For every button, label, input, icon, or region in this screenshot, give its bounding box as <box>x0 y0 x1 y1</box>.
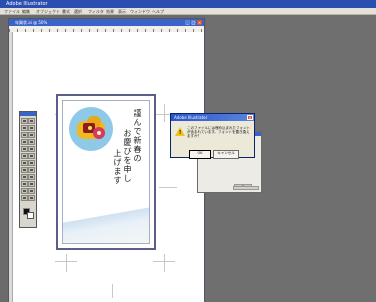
menu-item-filter[interactable]: フィルタ <box>88 9 104 15</box>
zoom-tool-icon[interactable] <box>28 195 35 201</box>
menu-item-help[interactable]: ヘルプ <box>152 9 164 15</box>
document-titlebar[interactable]: 年賀状.ai @ 50% _ □ × <box>9 19 204 26</box>
menu-item-window[interactable]: ウィンドウ <box>130 9 150 15</box>
warp-tool-icon[interactable] <box>21 160 28 166</box>
menu-item-file[interactable]: ファイル <box>4 9 20 15</box>
type-tool-icon[interactable] <box>28 132 35 138</box>
center-mark <box>159 187 177 188</box>
paintbrush-tool-icon[interactable] <box>21 146 28 152</box>
rotate-tool-icon[interactable] <box>21 153 28 159</box>
cancel-button[interactable]: キャンセル <box>213 150 239 159</box>
app-title: Adobe Illustrator <box>6 1 48 7</box>
flower-center <box>97 131 101 135</box>
dialog-message: このファイルには埋め込まれたフォントが含まれています。フォントを置き換えますか？ <box>187 126 250 138</box>
ok-button[interactable]: OK <box>189 150 211 159</box>
center-mark <box>112 284 113 298</box>
menu-item-select[interactable]: 選択 <box>74 9 82 15</box>
direct-selection-tool-icon[interactable] <box>28 118 35 124</box>
greeting-text-column-1[interactable]: 謹んで新春の <box>133 109 142 163</box>
dialog-titlebar[interactable]: Adobe Illustrator × <box>171 114 254 121</box>
eyedropper-tool-icon[interactable] <box>21 181 28 187</box>
graph-tool-icon[interactable] <box>28 167 35 173</box>
tools-palette <box>19 111 37 228</box>
postcard-wave-decoration <box>63 197 149 243</box>
slice-tool-icon[interactable] <box>21 188 28 194</box>
mesh-tool-icon[interactable] <box>21 174 28 180</box>
rectangle-tool-icon[interactable] <box>28 139 35 145</box>
scale-tool-icon[interactable] <box>28 153 35 159</box>
postcard-inner-border: 謹んで新春の お慶びを申し 上げます <box>62 100 150 244</box>
crop-mark <box>164 254 165 272</box>
maximize-icon[interactable]: □ <box>191 20 196 25</box>
symbol-sprayer-tool-icon[interactable] <box>21 167 28 173</box>
menu-item-object[interactable]: オブジェクト <box>36 9 60 15</box>
warning-exclamation: ! <box>179 130 182 136</box>
postcard[interactable]: 謹んで新春の お慶びを申し 上げます <box>56 94 156 250</box>
close-icon[interactable]: × <box>197 20 202 25</box>
lasso-tool-icon[interactable] <box>28 125 35 131</box>
alert-dialog: Adobe Illustrator × ! このファイルには埋め込まれたフォント… <box>170 113 255 159</box>
panel-scrollbar[interactable] <box>233 186 259 190</box>
menu-item-edit[interactable]: 編集 <box>22 9 30 15</box>
tools-palette-titlebar[interactable] <box>20 112 36 116</box>
menu-item-effect[interactable]: 効果 <box>106 9 114 15</box>
free-transform-tool-icon[interactable] <box>28 160 35 166</box>
app-titlebar: Adobe Illustrator <box>0 0 376 8</box>
dialog-title: Adobe Illustrator <box>174 115 208 120</box>
greeting-text-column-2[interactable]: お慶びを申し <box>123 129 132 183</box>
menu-item-view[interactable]: 表示 <box>118 9 126 15</box>
pen-tool-icon[interactable] <box>21 132 28 138</box>
crop-mark <box>164 104 165 122</box>
hand-tool-icon[interactable] <box>21 195 28 201</box>
scissors-tool-icon[interactable] <box>28 188 35 194</box>
gradient-tool-icon[interactable] <box>28 174 35 180</box>
selection-tool-icon[interactable] <box>21 118 28 124</box>
line-tool-icon[interactable] <box>21 139 28 145</box>
ox-illustration[interactable] <box>69 107 113 151</box>
magic-wand-tool-icon[interactable] <box>21 125 28 131</box>
close-icon[interactable]: × <box>247 115 253 120</box>
minimize-icon[interactable]: _ <box>185 20 190 25</box>
blend-tool-icon[interactable] <box>28 181 35 187</box>
menu-item-type[interactable]: 書式 <box>62 9 70 15</box>
pencil-tool-icon[interactable] <box>28 146 35 152</box>
menubar: ファイル 編集 オブジェクト 書式 選択 フィルタ 効果 表示 ウィンドウ ヘル… <box>0 8 376 15</box>
stroke-color-swatch[interactable] <box>27 212 34 219</box>
crop-mark <box>66 254 67 272</box>
greeting-text-column-3[interactable]: 上げます <box>113 149 122 185</box>
ox-ornament <box>88 126 92 130</box>
